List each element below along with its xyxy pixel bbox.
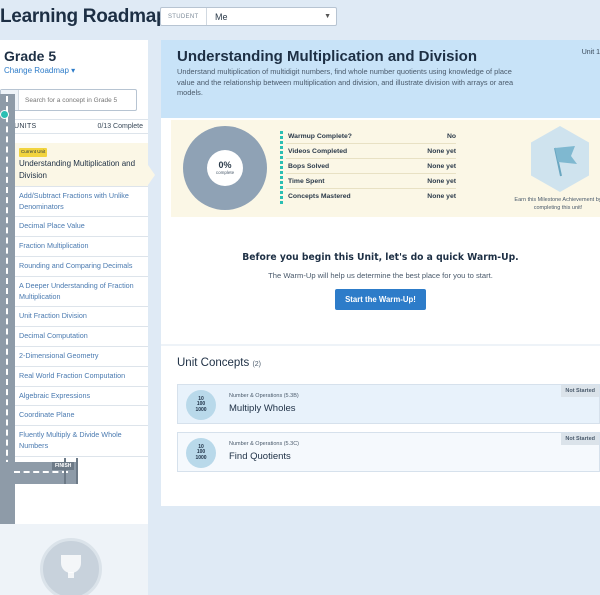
unit-item[interactable]: Real World Fraction Computation xyxy=(15,367,148,387)
stat-row: Concepts Mastered None yet xyxy=(286,189,456,204)
unit-item[interactable]: Coordinate Plane xyxy=(15,406,148,427)
unit-item[interactable]: Decimal Computation xyxy=(15,327,148,347)
stat-label: Time Spent xyxy=(288,177,325,185)
concept-category: Number & Operations (5.3B) xyxy=(229,393,299,399)
concept-name: Find Quotients xyxy=(229,451,291,462)
concept-category: Number & Operations (5.3C) xyxy=(229,441,299,447)
progress-sub: complete xyxy=(215,170,235,175)
stat-value: No xyxy=(446,132,456,140)
search-input[interactable] xyxy=(19,96,134,104)
top-bar: Learning Roadmap STUDENT Me ▼ xyxy=(0,0,600,38)
stat-value: None yet xyxy=(427,162,456,170)
concept-icon-line: 1000 xyxy=(195,454,207,461)
unit-item[interactable]: Fluently Multiply & Divide Whole Numbers xyxy=(15,426,148,457)
warmup-title: Before you begin this Unit, let's do a q… xyxy=(242,252,519,263)
roadmap-track-dashes xyxy=(6,96,8,476)
progress-marker xyxy=(0,110,9,119)
stat-value: None yet xyxy=(427,193,456,200)
current-unit-notch xyxy=(148,165,155,185)
concepts-title: Unit Concepts (2) xyxy=(177,357,261,369)
finish-label: FINISH xyxy=(52,462,75,470)
concept-status-badge: Not Started xyxy=(561,385,599,397)
stats-table: Warmup Complete? No Videos Completed Non… xyxy=(280,129,456,205)
stat-row: Time Spent None yet xyxy=(286,174,456,189)
warmup-section: Before you begin this Unit, let's do a q… xyxy=(161,252,600,310)
unit-item-label: Understanding Multiplication and Divisio… xyxy=(19,158,136,180)
concept-card[interactable]: 10 100 1000 Number & Operations (5.3C) F… xyxy=(177,432,600,472)
unit-item[interactable]: Add/Subtract Fractions with Unlike Denom… xyxy=(15,187,148,218)
unit-item[interactable]: Rounding and Comparing Decimals xyxy=(15,257,148,277)
unit-list: Current Unit Understanding Multiplicatio… xyxy=(15,143,155,457)
stat-label: Warmup Complete? xyxy=(288,132,352,140)
progress-donut-center: 0% complete xyxy=(207,150,243,186)
unit-item[interactable]: Decimal Place Value xyxy=(15,217,148,238)
warmup-subtitle: The Warm-Up will help us determine the b… xyxy=(268,271,493,280)
place-value-icon: 10 100 1000 xyxy=(186,438,216,468)
unit-item[interactable]: 2-Dimensional Geometry xyxy=(15,347,148,367)
concepts-count: (2) xyxy=(252,361,261,368)
concept-name: Multiply Wholes xyxy=(229,403,296,414)
unit-item[interactable]: Algebraic Expressions xyxy=(15,387,148,407)
unit-number: Unit 1 xyxy=(581,49,600,56)
search-box xyxy=(0,89,137,111)
concept-icon-line: 1000 xyxy=(195,406,207,413)
grade-title: Grade 5 xyxy=(4,48,57,64)
units-count: 0/13 Complete xyxy=(97,123,143,130)
current-unit-badge: Current Unit xyxy=(19,148,48,157)
student-value: Me xyxy=(215,11,228,22)
stat-label: Videos Completed xyxy=(288,147,348,155)
concept-card[interactable]: 10 100 1000 Number & Operations (5.3B) M… xyxy=(177,384,600,424)
trophy-icon xyxy=(40,538,102,595)
start-warmup-button[interactable]: Start the Warm-Up! xyxy=(335,289,426,310)
unit-item[interactable]: Fraction Multiplication xyxy=(15,237,148,257)
unit-header: Understanding Multiplication and Divisio… xyxy=(161,40,600,118)
unit-description: Understand multiplication of multidigit … xyxy=(177,67,514,98)
progress-percent: 0% xyxy=(218,160,232,170)
concepts-title-text: Unit Concepts xyxy=(177,357,250,369)
change-roadmap-link[interactable]: Change Roadmap ▾ xyxy=(4,66,75,75)
stat-value: None yet xyxy=(427,147,456,155)
stat-label: Concepts Mastered xyxy=(288,193,351,200)
stat-label: Bops Solved xyxy=(288,162,330,170)
stat-row: Bops Solved None yet xyxy=(286,159,456,174)
stats-accent-bar xyxy=(280,131,283,205)
app-title: Learning Roadmap xyxy=(0,6,168,27)
main-panel: Understanding Multiplication and Divisio… xyxy=(161,40,600,506)
concept-status-badge: Not Started xyxy=(561,433,599,445)
section-divider xyxy=(161,344,600,346)
stat-value: None yet xyxy=(427,177,456,185)
unit-title: Understanding Multiplication and Divisio… xyxy=(177,48,478,65)
student-select[interactable]: STUDENT Me ▼ xyxy=(160,7,337,26)
unit-item[interactable]: Unit Fraction Division xyxy=(15,307,148,328)
progress-donut: 0% complete xyxy=(183,126,267,210)
place-value-icon: 10 100 1000 xyxy=(186,390,216,420)
units-header: UNITS 0/13 Complete xyxy=(0,119,148,134)
unit-stats-area: 0% complete Warmup Complete? No Videos C… xyxy=(171,120,600,217)
milestone-text: Earn this Milestone Achievement by compl… xyxy=(514,197,600,211)
unit-item[interactable]: A Deeper Understanding of Fraction Multi… xyxy=(15,277,148,308)
stat-row: Videos Completed None yet xyxy=(286,144,456,159)
unit-item-current[interactable]: Current Unit Understanding Multiplicatio… xyxy=(15,143,155,187)
chevron-down-icon: ▼ xyxy=(324,13,331,20)
milestone-flag-icon xyxy=(531,126,589,192)
roadmap-track-bottom-dashes xyxy=(14,471,68,473)
student-label: STUDENT xyxy=(161,8,207,25)
stat-row: Warmup Complete? No xyxy=(286,129,456,144)
